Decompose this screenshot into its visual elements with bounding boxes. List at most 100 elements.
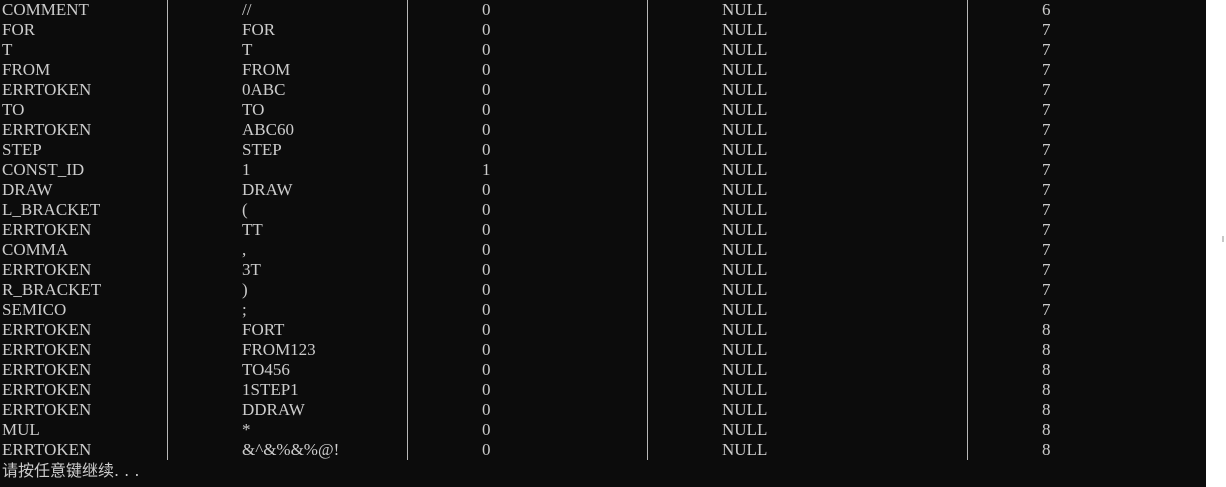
table-row: L_BRACKET (0 NULL 7 <box>0 200 1206 220</box>
table-row: FOR FOR 0 NULL 7 <box>0 20 1206 40</box>
table-row: COMMENT // 0 NULL 6 <box>0 0 1206 20</box>
table-row: T T 0 NULL 7 <box>0 40 1206 60</box>
lexeme-cell: ABC60 <box>242 120 294 139</box>
table-row: ERRTOKEN ABC60 0 NULL 7 <box>0 120 1206 140</box>
func-ptr-cell: NULL <box>722 260 768 279</box>
value-cell: 0 <box>482 320 491 339</box>
table-row: COMMA, 0 NULL 7 <box>0 240 1206 260</box>
value-cell: 0 <box>482 240 491 259</box>
vertical-scrollbar[interactable] <box>1206 0 1226 487</box>
table-row: DRAW DRAW 0 NULL 7 <box>0 180 1206 200</box>
token-type-cell: ERRTOKEN <box>2 80 92 99</box>
token-type-cell: SEMICO <box>2 300 67 319</box>
token-type-cell: FROM <box>2 60 51 79</box>
func-ptr-cell: NULL <box>722 400 768 419</box>
line-number-cell: 7 <box>1042 80 1051 99</box>
token-type-cell: ERRTOKEN <box>2 220 92 239</box>
value-cell: 0 <box>482 300 491 319</box>
func-ptr-cell: NULL <box>722 300 768 319</box>
value-cell: 0 <box>482 200 491 219</box>
func-ptr-cell: NULL <box>722 0 768 19</box>
value-cell: 0 <box>482 40 491 59</box>
token-type-cell: ERRTOKEN <box>2 260 92 279</box>
line-number-cell: 7 <box>1042 200 1051 219</box>
table-row: MUL * 0 NULL 8 <box>0 420 1206 440</box>
func-ptr-cell: NULL <box>722 420 768 439</box>
line-number-cell: 8 <box>1042 420 1051 439</box>
func-ptr-cell: NULL <box>722 100 768 119</box>
token-type-cell: DRAW <box>2 180 53 199</box>
line-number-cell: 8 <box>1042 320 1051 339</box>
token-type-cell: CONST_ID <box>2 160 85 179</box>
line-number-cell: 8 <box>1042 380 1051 399</box>
table-row: SEMICO; 0 NULL 7 <box>0 300 1206 320</box>
func-ptr-cell: NULL <box>722 280 768 299</box>
table-row: ERRTOKEN TO456 0 NULL 8 <box>0 360 1206 380</box>
lexeme-cell: FOR <box>242 20 276 39</box>
value-cell: 0 <box>482 100 491 119</box>
func-ptr-cell: NULL <box>722 340 768 359</box>
lexeme-cell: 3T <box>242 260 261 279</box>
value-cell: 0 <box>482 440 491 459</box>
lexeme-cell: ; <box>242 300 247 319</box>
lexeme-cell: T <box>242 40 253 59</box>
lexeme-cell: FROM <box>242 60 291 79</box>
line-number-cell: 8 <box>1042 360 1051 379</box>
func-ptr-cell: NULL <box>722 380 768 399</box>
line-number-cell: 7 <box>1042 260 1051 279</box>
line-number-cell: 7 <box>1042 300 1051 319</box>
token-type-cell: MUL <box>2 420 40 439</box>
func-ptr-cell: NULL <box>722 20 768 39</box>
value-cell: 1 <box>482 160 491 179</box>
lexeme-cell: TO <box>242 100 265 119</box>
func-ptr-cell: NULL <box>722 220 768 239</box>
func-ptr-cell: NULL <box>722 120 768 139</box>
table-row: ERRTOKEN &^&%&%@! 0 NULL 8 <box>0 440 1206 460</box>
value-cell: 0 <box>482 180 491 199</box>
token-type-cell: ERRTOKEN <box>2 400 92 419</box>
line-number-cell: 7 <box>1042 240 1051 259</box>
line-number-cell: 8 <box>1042 400 1051 419</box>
value-cell: 0 <box>482 280 491 299</box>
value-cell: 0 <box>482 420 491 439</box>
line-number-cell: 7 <box>1042 120 1051 139</box>
func-ptr-cell: NULL <box>722 240 768 259</box>
token-type-cell: COMMENT <box>2 0 89 19</box>
func-ptr-cell: NULL <box>722 360 768 379</box>
func-ptr-cell: NULL <box>722 160 768 179</box>
token-type-cell: T <box>2 40 13 59</box>
lexeme-cell: DRAW <box>242 180 293 199</box>
lexeme-cell: 1STEP1 <box>242 380 299 399</box>
value-cell: 0 <box>482 80 491 99</box>
line-number-cell: 7 <box>1042 100 1051 119</box>
func-ptr-cell: NULL <box>722 80 768 99</box>
token-type-cell: ERRTOKEN <box>2 320 92 339</box>
value-cell: 0 <box>482 260 491 279</box>
table-row: ERRTOKEN FORT 0 NULL 8 <box>0 320 1206 340</box>
line-number-cell: 7 <box>1042 140 1051 159</box>
continue-prompt: 请按任意键继续. . . <box>2 461 140 480</box>
lexeme-cell: FROM123 <box>242 340 316 359</box>
table-row: R_BRACKET) 0 NULL 7 <box>0 280 1206 300</box>
lexeme-cell: TO456 <box>242 360 290 379</box>
value-cell: 0 <box>482 140 491 159</box>
value-cell: 0 <box>482 400 491 419</box>
func-ptr-cell: NULL <box>722 180 768 199</box>
table-row: ERRTOKEN 1STEP1 0 NULL 8 <box>0 380 1206 400</box>
value-cell: 0 <box>482 120 491 139</box>
token-type-cell: FOR <box>2 20 36 39</box>
value-cell: 0 <box>482 60 491 79</box>
console-window[interactable]: COMMENT//0 NULL 6 FOR FOR 0 NULL 7 T T 0 NULL 7 FROM F… <box>0 0 1206 487</box>
func-ptr-cell: NULL <box>722 140 768 159</box>
lexeme-cell: * <box>242 420 251 439</box>
func-ptr-cell: NULL <box>722 200 768 219</box>
line-number-cell: 7 <box>1042 20 1051 39</box>
table-row: FROM FROM 0 NULL 7 <box>0 60 1206 80</box>
table-row: ERRTOKEN DDRAW 0 NULL 8 <box>0 400 1206 420</box>
table-row: CONST_ID 1 1 NULL 7 <box>0 160 1206 180</box>
value-cell: 0 <box>482 360 491 379</box>
value-cell: 0 <box>482 20 491 39</box>
func-ptr-cell: NULL <box>722 40 768 59</box>
value-cell: 0 <box>482 380 491 399</box>
value-cell: 0 <box>482 220 491 239</box>
